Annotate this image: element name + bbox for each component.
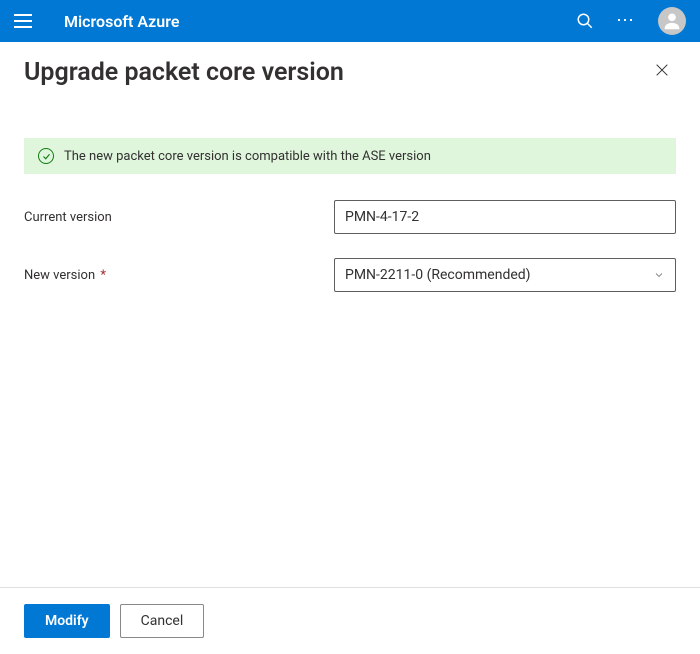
panel-header: Upgrade packet core version bbox=[0, 42, 700, 88]
menu-icon[interactable] bbox=[14, 11, 34, 31]
chevron-down-icon bbox=[653, 269, 665, 281]
status-notice: The new packet core version is compatibl… bbox=[24, 138, 676, 174]
current-version-value: PMN-4-17-2 bbox=[345, 209, 419, 225]
row-new-version: New version * PMN-2211-0 (Recommended) bbox=[24, 258, 676, 292]
brand-title: Microsoft Azure bbox=[64, 12, 179, 31]
row-current-version: Current version PMN-4-17-2 bbox=[24, 200, 676, 234]
panel-footer: Modify Cancel bbox=[0, 588, 700, 654]
cancel-button[interactable]: Cancel bbox=[120, 604, 205, 638]
new-version-label: New version * bbox=[24, 268, 334, 283]
success-check-icon bbox=[38, 148, 54, 164]
new-version-label-text: New version bbox=[24, 268, 95, 283]
new-version-value: PMN-2211-0 (Recommended) bbox=[345, 267, 531, 283]
search-icon[interactable] bbox=[576, 12, 594, 30]
top-bar-actions: ⋯ bbox=[576, 7, 686, 35]
required-marker: * bbox=[100, 268, 106, 283]
modify-button[interactable]: Modify bbox=[24, 604, 110, 638]
current-version-field[interactable]: PMN-4-17-2 bbox=[334, 200, 676, 234]
new-version-dropdown[interactable]: PMN-2211-0 (Recommended) bbox=[334, 258, 676, 292]
azure-top-bar: Microsoft Azure ⋯ bbox=[0, 0, 700, 42]
panel-body: The new packet core version is compatibl… bbox=[0, 88, 700, 587]
current-version-label: Current version bbox=[24, 210, 334, 225]
more-icon[interactable]: ⋯ bbox=[616, 12, 636, 30]
notice-text: The new packet core version is compatibl… bbox=[64, 149, 431, 164]
close-icon[interactable] bbox=[648, 56, 676, 88]
page-title: Upgrade packet core version bbox=[24, 58, 648, 87]
avatar[interactable] bbox=[658, 7, 686, 35]
